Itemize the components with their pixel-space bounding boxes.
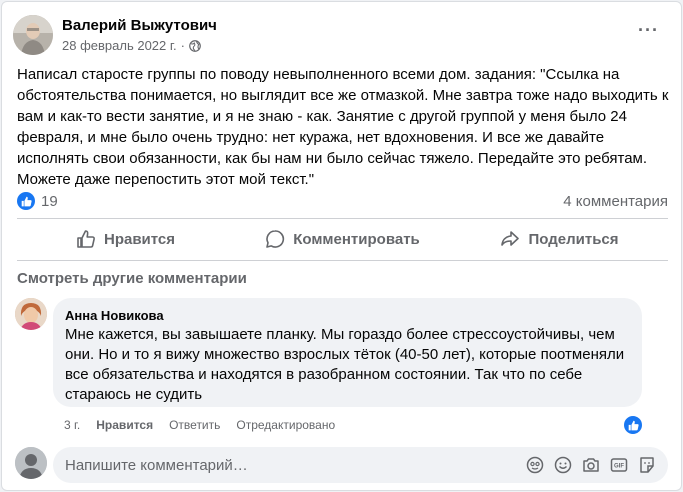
comment-text: Мне кажется, вы завышаете планку. Мы гор…	[65, 326, 625, 403]
smiley-icon[interactable]	[554, 456, 572, 474]
author-block: Валерий Выжутович 28 февраль 2022 г. ·	[62, 16, 217, 54]
comment-input-wrapper: GIF	[53, 447, 668, 483]
commenter-name[interactable]: Анна Новикова	[65, 307, 630, 324]
likes-count: 19	[41, 192, 58, 210]
composer-tools: GIF	[516, 456, 656, 474]
svg-text:GIF: GIF	[614, 464, 624, 470]
comment-edited-label[interactable]: Отредактировано	[236, 418, 335, 432]
sticker-icon[interactable]	[638, 456, 656, 474]
current-user-avatar[interactable]	[15, 447, 47, 479]
author-avatar-photo	[13, 15, 53, 55]
camera-icon[interactable]	[582, 456, 600, 474]
comment-input[interactable]	[65, 456, 516, 474]
comments-count[interactable]: 4 комментария	[563, 193, 668, 210]
view-more-comments-link[interactable]: Смотреть другие комментарии	[17, 270, 247, 287]
post-actions: Нравится Комментировать Поделиться	[17, 222, 668, 256]
share-button[interactable]: Поделиться	[451, 222, 668, 256]
avatar-emoji-icon[interactable]	[526, 456, 544, 474]
meta-separator: ·	[180, 38, 185, 53]
globe-icon	[189, 39, 201, 52]
share-arrow-icon	[501, 231, 520, 246]
share-button-label: Поделиться	[528, 230, 619, 248]
like-button-label: Нравится	[103, 230, 176, 248]
post-meta: 28 февраль 2022 г. ·	[62, 37, 217, 54]
comment-age[interactable]: 3 г.	[64, 418, 80, 432]
reactions-summary[interactable]: 19	[17, 192, 58, 210]
gif-icon[interactable]: GIF	[610, 456, 628, 474]
comment-meta: 3 г. Нравится Ответить Отредактировано	[64, 418, 351, 432]
comment-item: Анна Новикова Мне кажется, вы завышаете …	[15, 298, 642, 407]
commenter-avatar[interactable]	[15, 298, 47, 330]
comment-like-button[interactable]: Нравится	[96, 418, 153, 432]
thumbs-up-icon	[77, 230, 95, 248]
default-avatar-icon	[15, 447, 47, 479]
author-name[interactable]: Валерий Выжутович	[62, 16, 217, 35]
comment-reply-button[interactable]: Ответить	[169, 418, 220, 432]
post-date[interactable]: 28 февраль 2022 г.	[62, 37, 177, 54]
author-avatar[interactable]	[13, 15, 53, 55]
speech-bubble-icon	[266, 230, 285, 248]
comment-button[interactable]: Комментировать	[234, 222, 451, 256]
post-card: Валерий Выжутович 28 февраль 2022 г. · ·…	[1, 1, 682, 491]
comment-composer: GIF	[15, 447, 668, 483]
post-text: Написал старосте группы по поводу невыпо…	[17, 66, 669, 188]
actions-divider	[17, 260, 668, 261]
stats-divider	[17, 218, 668, 219]
comment-button-label: Комментировать	[293, 230, 420, 248]
post-options-button[interactable]: ···	[638, 21, 659, 39]
like-button[interactable]: Нравится	[17, 222, 234, 256]
comment-bubble: Анна Новикова Мне кажется, вы завышаете …	[53, 298, 642, 407]
post-stats: 19 4 комментария	[17, 190, 668, 212]
like-reaction-icon	[17, 192, 35, 210]
post-header: Валерий Выжутович 28 февраль 2022 г. ·	[13, 14, 217, 56]
commenter-avatar-photo	[15, 298, 47, 330]
comment-like-reaction-icon[interactable]	[622, 414, 644, 436]
